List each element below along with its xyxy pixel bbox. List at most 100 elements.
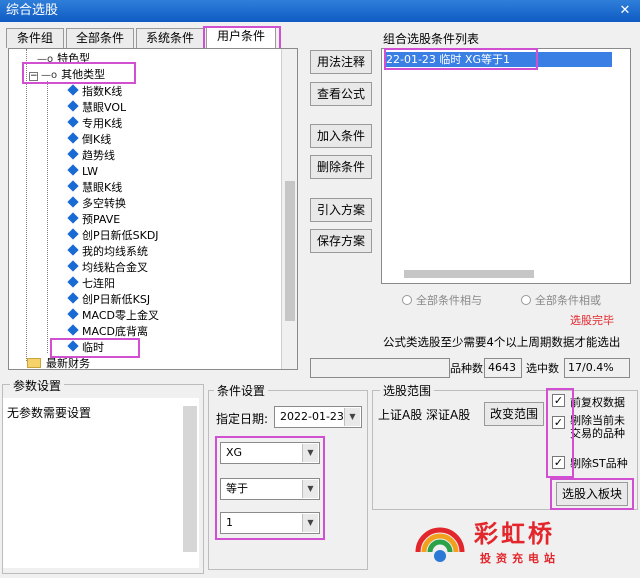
check-st[interactable]: ✓	[552, 456, 565, 469]
gem-icon	[67, 308, 79, 320]
selected-label: 选中数	[526, 362, 559, 375]
progress-bar	[310, 358, 450, 378]
tree-item-index-kline[interactable]: 指数K线	[67, 84, 122, 100]
operator-select[interactable]: 等于 ▼	[220, 478, 320, 500]
gem-icon	[67, 196, 79, 208]
tree-item-skdj[interactable]: 创P日新低SKDJ	[67, 228, 159, 244]
import-plan-button[interactable]: 引入方案	[310, 198, 372, 222]
tree-item-special-kline[interactable]: 专用K线	[67, 116, 122, 132]
tree-item-macd-divergence[interactable]: MACD底背离	[67, 324, 148, 340]
gem-icon	[67, 100, 79, 112]
delete-condition-button[interactable]: 删除条件	[310, 155, 372, 179]
params-text: 无参数需要设置	[7, 406, 92, 420]
radio-or[interactable]: 全部条件相或	[521, 292, 601, 308]
conditions-title: 条件设置	[214, 382, 269, 399]
stock-count-label: 品种数	[450, 362, 483, 375]
title-bar: 综合选股 ✕	[0, 0, 640, 22]
tree-item-inverted-kline[interactable]: 倒K线	[67, 132, 111, 148]
variable-select[interactable]: XG ▼	[220, 442, 320, 464]
tree-item-lw[interactable]: LW	[67, 164, 98, 180]
prior-rights-label: 前复权数据	[570, 396, 625, 409]
collapse-icon[interactable]: −	[29, 72, 38, 81]
value-select[interactable]: 1 ▼	[220, 512, 320, 534]
tree-item-ma-cross[interactable]: 均线粘合金叉	[67, 260, 148, 276]
st-label: 剔除ST品种	[570, 457, 628, 470]
tree-item-special[interactable]: —o 特色型	[37, 51, 90, 68]
usage-note-button[interactable]: 用法注释	[310, 50, 372, 74]
note-text: 公式类选股至少需要4个以上周期数据才能选出	[383, 335, 621, 349]
tree-item-ksj[interactable]: 创P日新低KSJ	[67, 292, 150, 308]
tab-system-conditions[interactable]: 系统条件	[136, 28, 204, 48]
rainbow-icon	[415, 527, 465, 562]
list-hscroll[interactable]	[384, 267, 628, 281]
tree-item-other-types[interactable]: − —o 其他类型	[29, 67, 105, 84]
tree-item-seven-yang[interactable]: 七连阳	[67, 276, 115, 292]
gem-icon	[67, 228, 79, 240]
condition-tree[interactable]: —o 特色型 − —o 其他类型 指数K线 慧眼VOL 专用K线 倒K线 趋势线 LW…	[8, 48, 298, 370]
add-condition-button[interactable]: 加入条件	[310, 124, 372, 148]
tree-item-huiyan-vol[interactable]: 慧眼VOL	[67, 100, 126, 116]
range-title: 选股范围	[380, 382, 435, 399]
save-plan-button[interactable]: 保存方案	[310, 229, 372, 253]
params-scrollbar[interactable]	[183, 406, 197, 552]
tab-all-conditions[interactable]: 全部条件	[66, 28, 134, 48]
radio-and[interactable]: 全部条件相与	[402, 292, 482, 308]
link-icon: —o	[41, 70, 58, 81]
gem-icon	[67, 84, 79, 96]
date-picker[interactable]: 2022-01-23 ▼	[274, 406, 362, 428]
tree-item-macd-cross[interactable]: MACD零上金叉	[67, 308, 159, 324]
tree-scrollbar[interactable]	[281, 49, 297, 369]
watermark-tagline: 投资充电站	[480, 552, 560, 565]
condition-list[interactable]: 22-01-23 临时 XG等于1	[381, 48, 631, 284]
tree-item-long-short[interactable]: 多空转换	[67, 196, 126, 212]
tree-item-huiyan-kline[interactable]: 慧眼K线	[67, 180, 122, 196]
gem-icon	[67, 180, 79, 192]
tree-item-pave[interactable]: 预PAVE	[67, 212, 120, 228]
tree-item-temporary[interactable]: 临时	[67, 340, 104, 356]
status-text: 选股完毕	[570, 314, 614, 327]
check-untradable[interactable]: ✓	[552, 416, 565, 429]
selected-value: 17/0.4%	[564, 358, 630, 378]
chevron-down-icon[interactable]: ▼	[302, 480, 318, 498]
select-to-sector-button[interactable]: 选股入板块	[556, 482, 628, 506]
gem-icon	[67, 324, 79, 336]
tree-item-trendline[interactable]: 趋势线	[67, 148, 115, 164]
change-range-button[interactable]: 改变范围	[484, 402, 544, 426]
view-formula-button[interactable]: 查看公式	[310, 82, 372, 106]
gem-icon	[67, 340, 79, 352]
check-prior-rights[interactable]: ✓	[552, 394, 565, 407]
hscroll-thumb[interactable]	[404, 270, 534, 278]
scroll-thumb[interactable]	[285, 181, 295, 321]
watermark-logo: 彩虹桥 投资充电站	[412, 512, 632, 574]
gem-icon	[67, 116, 79, 128]
untradable-label: 剔除当前未交易的品种	[570, 414, 625, 440]
window-title: 综合选股	[6, 3, 59, 18]
gem-icon	[67, 132, 79, 144]
tree-item-my-ma[interactable]: 我的均线系统	[67, 244, 148, 260]
market-list: 上证A股 深证A股	[378, 408, 471, 422]
stock-count-value: 4643	[484, 358, 522, 378]
condition-list-title: 组合选股条件列表	[383, 32, 480, 46]
gem-icon	[67, 276, 79, 288]
watermark-name: 彩虹桥	[474, 520, 555, 548]
gem-icon	[67, 260, 79, 272]
tab-user-conditions[interactable]: 用户条件	[206, 26, 276, 48]
folder-icon	[27, 358, 41, 368]
gem-icon	[67, 212, 79, 224]
link-icon: —o	[37, 54, 54, 65]
tab-condition-group[interactable]: 条件组	[6, 28, 64, 48]
condition-row[interactable]: 22-01-23 临时 XG等于1	[384, 52, 612, 67]
params-area: 无参数需要设置	[3, 398, 199, 568]
params-title: 参数设置	[10, 377, 65, 394]
tree-item-latest-finance[interactable]: 最新财务	[27, 356, 90, 369]
radio-icon	[402, 295, 412, 305]
chevron-down-icon[interactable]: ▼	[344, 408, 360, 426]
gem-icon	[67, 164, 79, 176]
chevron-down-icon[interactable]: ▼	[302, 514, 318, 532]
date-label: 指定日期:	[216, 412, 269, 426]
radio-icon	[521, 295, 531, 305]
gem-icon	[67, 244, 79, 256]
close-icon[interactable]: ✕	[616, 2, 634, 20]
chevron-down-icon[interactable]: ▼	[302, 444, 318, 462]
gem-icon	[67, 292, 79, 304]
